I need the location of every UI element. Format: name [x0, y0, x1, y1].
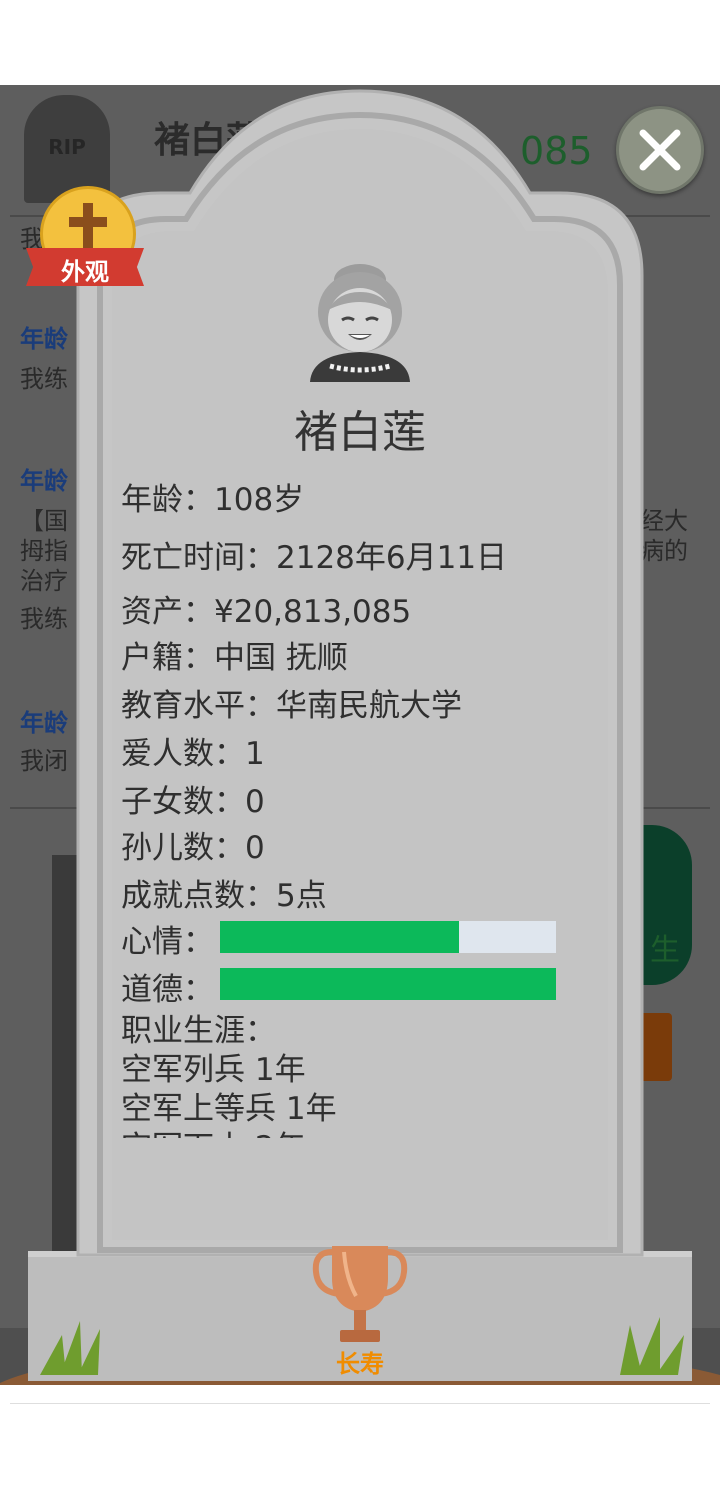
trophy-label: 长寿: [336, 1350, 384, 1378]
mood-bar-fill: [220, 921, 459, 953]
education-line: 教育水平：华南民航大学: [121, 688, 462, 724]
mood-label: 心情：: [121, 924, 214, 960]
grandchildren-count-line: 孙儿数：0: [121, 830, 265, 866]
career-item: 空军上等兵 1年: [121, 1091, 337, 1127]
badge-label: 外观: [61, 258, 109, 286]
appearance-badge[interactable]: 外观: [26, 186, 144, 288]
bottom-divider: [10, 1403, 710, 1404]
morality-label: 道德：: [121, 972, 214, 1008]
age-line: 年龄：108岁: [121, 482, 305, 518]
hometown-line: 户籍：中国 抚顺: [121, 640, 348, 676]
achievement-points-line: 成就点数：5点: [121, 878, 327, 914]
career-item: 空军列兵 1年: [121, 1052, 306, 1088]
deceased-name: 褚白莲: [294, 407, 426, 458]
badge-ribbon: 外观: [26, 248, 144, 286]
assets-line: 资产：¥20,813,085: [121, 594, 412, 630]
children-count-line: 子女数：0: [121, 784, 265, 820]
death-time-line: 死亡时间：2128年6月11日: [121, 540, 508, 576]
career-item: 空军下士 2年: [121, 1129, 561, 1138]
mood-bar: [220, 921, 556, 953]
trophy-icon[interactable]: [310, 1238, 410, 1348]
career-list[interactable]: 职业生涯： 空军列兵 1年 空军上等兵 1年 空军下士 2年: [121, 1012, 561, 1138]
morality-bar-fill: [220, 968, 556, 1000]
spouse-count-line: 爱人数：1: [121, 736, 265, 772]
morality-bar: [220, 968, 556, 1000]
close-button[interactable]: [616, 106, 704, 194]
close-icon: [639, 129, 681, 171]
career-title: 职业生涯：: [121, 1013, 276, 1049]
old-woman-avatar: [310, 264, 410, 382]
